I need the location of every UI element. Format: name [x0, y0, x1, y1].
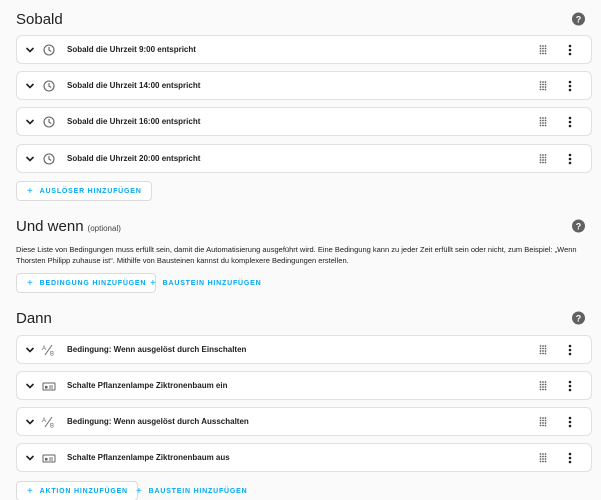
svg-text:B: B — [50, 351, 54, 356]
condition-icon: AB — [41, 344, 57, 356]
drag-handle-icon[interactable] — [539, 344, 547, 355]
trigger-label: Sobald die Uhrzeit 9:00 entspricht — [67, 45, 196, 54]
action-card[interactable]: AB Bedingung: Wenn ausgelöst durch Aussc… — [16, 407, 592, 436]
add-action-label: AKTION HINZUFÜGEN — [39, 487, 128, 495]
add-trigger-button[interactable]: + AUSLÖSER HINZUFÜGEN — [16, 181, 152, 201]
clock-icon — [41, 79, 57, 92]
sobald-title: Sobald — [16, 10, 63, 28]
conditions-description: Diese Liste von Bedingungen muss erfüllt… — [16, 245, 577, 265]
clock-icon — [41, 152, 57, 165]
plus-icon: + — [27, 185, 34, 197]
help-icon[interactable]: ? — [572, 12, 585, 26]
chevron-down-icon[interactable] — [25, 81, 35, 91]
action-label: Bedingung: Wenn ausgelöst durch Ausschal… — [67, 417, 249, 426]
trigger-card[interactable]: Sobald die Uhrzeit 16:00 entspricht — [16, 107, 592, 136]
svg-text:A: A — [42, 418, 46, 424]
chevron-down-icon[interactable] — [25, 381, 35, 391]
chevron-down-icon[interactable] — [25, 45, 35, 55]
chevron-down-icon[interactable] — [25, 154, 35, 164]
drag-handle-icon[interactable] — [539, 153, 547, 164]
add-condition-label: BEDINGUNG HINZUFÜGEN — [39, 279, 147, 287]
more-vert-icon[interactable] — [568, 153, 572, 165]
clock-icon — [41, 115, 57, 128]
action-label: Bedingung: Wenn ausgelöst durch Einschal… — [67, 345, 247, 354]
trigger-label: Sobald die Uhrzeit 16:00 entspricht — [67, 117, 201, 126]
optional-label: (optional) — [87, 223, 121, 233]
dann-header: Dann ? — [16, 308, 585, 328]
add-trigger-label: AUSLÖSER HINZUFÜGEN — [39, 187, 142, 195]
add-condition-button[interactable]: + BEDINGUNG HINZUFÜGEN — [16, 273, 157, 293]
add-block-label: BAUSTEIN HINZUFÜGEN — [148, 487, 248, 495]
clock-icon — [41, 43, 57, 56]
drag-handle-icon[interactable] — [539, 416, 547, 427]
plus-icon: + — [27, 277, 34, 289]
trigger-card[interactable]: Sobald die Uhrzeit 14:00 entspricht — [16, 71, 592, 100]
plus-icon: + — [27, 485, 34, 497]
chevron-down-icon[interactable] — [25, 117, 35, 127]
trigger-card[interactable]: Sobald die Uhrzeit 20:00 entspricht — [16, 144, 592, 173]
drag-handle-icon[interactable] — [539, 380, 547, 391]
und-wenn-header: Und wenn (optional) ? — [16, 216, 585, 236]
add-block-button[interactable]: + BAUSTEIN HINZUFÜGEN — [146, 273, 265, 293]
more-vert-icon[interactable] — [568, 380, 572, 392]
help-icon[interactable]: ? — [572, 219, 585, 233]
device-icon — [41, 380, 57, 392]
sobald-header: Sobald ? — [16, 9, 585, 29]
chevron-down-icon[interactable] — [25, 417, 35, 427]
action-label: Schalte Pflanzenlampe Ziktronenbaum aus — [67, 453, 230, 462]
trigger-label: Sobald die Uhrzeit 20:00 entspricht — [67, 154, 201, 163]
trigger-label: Sobald die Uhrzeit 14:00 entspricht — [67, 81, 201, 90]
svg-text:A: A — [42, 346, 46, 352]
action-card[interactable]: AB Bedingung: Wenn ausgelöst durch Einsc… — [16, 335, 592, 364]
und-wenn-title: Und wenn (optional) — [16, 217, 121, 235]
more-vert-icon[interactable] — [568, 80, 572, 92]
drag-handle-icon[interactable] — [539, 44, 547, 55]
trigger-card[interactable]: Sobald die Uhrzeit 9:00 entspricht — [16, 35, 592, 64]
condition-icon: AB — [41, 416, 57, 428]
help-icon[interactable]: ? — [572, 311, 585, 325]
chevron-down-icon[interactable] — [25, 453, 35, 463]
chevron-down-icon[interactable] — [25, 345, 35, 355]
action-card[interactable]: Schalte Pflanzenlampe Ziktronenbaum ein — [16, 371, 592, 400]
more-vert-icon[interactable] — [568, 416, 572, 428]
plus-icon: + — [136, 485, 143, 497]
drag-handle-icon[interactable] — [539, 116, 547, 127]
more-vert-icon[interactable] — [568, 116, 572, 128]
more-vert-icon[interactable] — [568, 452, 572, 464]
more-vert-icon[interactable] — [568, 44, 572, 56]
drag-handle-icon[interactable] — [539, 452, 547, 463]
plus-icon: + — [150, 277, 157, 289]
dann-title: Dann — [16, 309, 52, 327]
add-action-button[interactable]: + AKTION HINZUFÜGEN — [16, 481, 138, 500]
add-block-button[interactable]: + BAUSTEIN HINZUFÜGEN — [132, 481, 251, 500]
drag-handle-icon[interactable] — [539, 80, 547, 91]
action-card[interactable]: Schalte Pflanzenlampe Ziktronenbaum aus — [16, 443, 592, 472]
svg-text:B: B — [50, 423, 54, 428]
add-block-label: BAUSTEIN HINZUFÜGEN — [162, 279, 262, 287]
device-icon — [41, 452, 57, 464]
action-label: Schalte Pflanzenlampe Ziktronenbaum ein — [67, 381, 228, 390]
more-vert-icon[interactable] — [568, 344, 572, 356]
